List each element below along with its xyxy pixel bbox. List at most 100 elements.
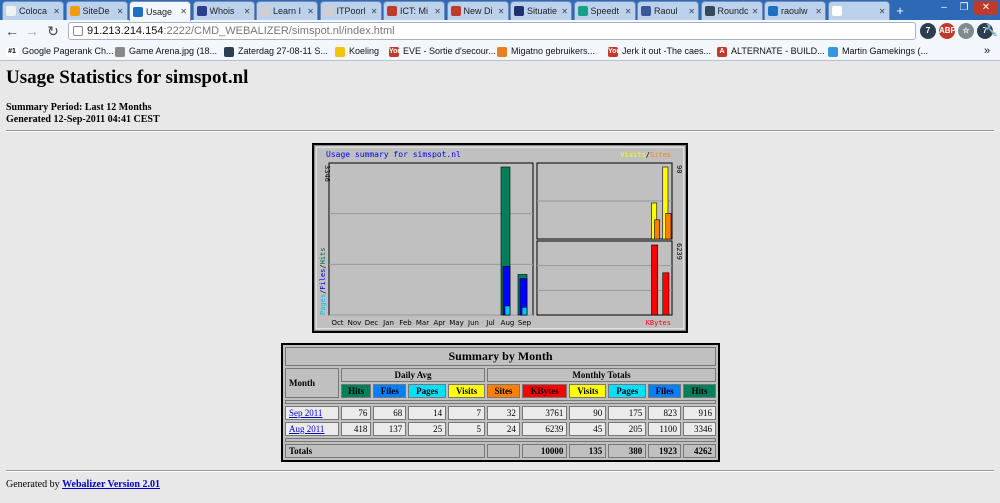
tab-close-icon[interactable]: ✕ [371, 7, 378, 16]
bookmark-item[interactable]: Game Arena.jpg (18... [115, 45, 217, 58]
table-cell: 137 [373, 422, 407, 436]
daily-avg-header: Daily Avg [341, 368, 486, 382]
extension-button[interactable]: ☆ [958, 23, 974, 39]
tab-close-icon[interactable]: ✕ [53, 7, 60, 16]
column-header: Visits [448, 384, 486, 398]
browser-tab[interactable]: Roundc ✕ [700, 1, 763, 20]
month-tick-label: Jun [467, 319, 479, 327]
month-link[interactable]: Sep 2011 [285, 406, 339, 420]
browser-tab[interactable]: Coloca ✕ [2, 1, 64, 20]
wrench-menu-icon[interactable]: 🔧 [983, 23, 999, 39]
tab-close-icon[interactable]: ✕ [244, 7, 251, 16]
tab-label: Raoul [654, 6, 678, 16]
table-cell: 916 [683, 406, 716, 420]
column-header: KBytes [521, 384, 568, 398]
bookmark-item[interactable]: You Jerk it out -The caes... [608, 45, 711, 58]
more-bookmarks-button[interactable]: » [984, 45, 990, 58]
month-tick-label: Oct [331, 319, 343, 327]
tab-close-icon[interactable]: ✕ [498, 7, 505, 16]
forward-arrow-icon[interactable]: → [24, 23, 40, 39]
reload-icon[interactable]: ↻ [45, 23, 61, 39]
ylabel-part: Pages [319, 294, 327, 315]
bookmark-label: Koeling [349, 46, 380, 56]
tab-close-icon[interactable]: ✕ [815, 7, 822, 16]
bar-kbytes [651, 244, 659, 316]
browser-tab[interactable]: raoulw ✕ [764, 1, 826, 20]
totals-cell: 135 [569, 444, 607, 458]
tab-favicon-icon [323, 6, 334, 16]
month-tick-label: Sep [518, 319, 532, 327]
extension-button[interactable]: 7 [920, 23, 936, 39]
tab-close-icon[interactable]: ✕ [307, 7, 314, 16]
table-cell: 6239 [521, 422, 568, 436]
bar-sites [654, 219, 661, 240]
table-cell: 418 [341, 422, 372, 436]
tab-favicon-icon [768, 6, 778, 16]
bookmark-label: Migatno gebruikers... [511, 46, 596, 56]
browser-tab[interactable]: Learn I ✕ [256, 1, 318, 20]
totals-cell: 1923 [648, 444, 682, 458]
browser-tab[interactable]: Raoul ✕ [637, 1, 699, 20]
month-tick-label: May [449, 319, 463, 327]
maximize-button[interactable]: ❐ [954, 1, 974, 15]
address-bar[interactable]: 91.213.214.154:2222/CMD_WEBALIZER/simspo… [68, 22, 916, 40]
bookmark-favicon-icon: A [717, 46, 727, 57]
tab-close-icon[interactable]: ✕ [117, 7, 124, 16]
month-tick-label: Jul [485, 319, 495, 327]
browser-tab[interactable]: ITPoorl ✕ [319, 1, 382, 20]
tab-close-icon[interactable]: ✕ [879, 7, 886, 16]
totals-cell: 380 [608, 444, 647, 458]
tab-label: SiteDe [82, 6, 110, 16]
table-cell: 25 [408, 422, 447, 436]
tab-label: New Di [463, 6, 493, 16]
column-header: Pages [608, 384, 647, 398]
browser-tab[interactable]: Whois ✕ [192, 1, 255, 20]
ylabel-part: Files [319, 269, 327, 290]
browser-tab[interactable]: Usage ✕ [129, 1, 191, 21]
new-tab-button[interactable]: + [891, 4, 909, 18]
bookmark-label: ALTERNATE - BUILD... [731, 46, 825, 56]
bookmark-item[interactable]: Migatno gebruikers... [497, 45, 595, 58]
tab-close-icon[interactable]: ✕ [434, 7, 441, 16]
kbytes-legend: KBytes [646, 319, 671, 327]
extension-button[interactable]: ABP [939, 23, 956, 39]
bookmark-item[interactable]: Martin Gamekings (... [828, 45, 928, 58]
table-cell: 5 [448, 422, 486, 436]
minimize-button[interactable]: ‒ [934, 1, 954, 15]
bookmark-item[interactable]: Koeling [335, 45, 379, 58]
tab-close-icon[interactable]: ✕ [180, 7, 187, 16]
tab-close-icon[interactable]: ✕ [561, 7, 568, 16]
table-cell: 32 [487, 406, 520, 420]
column-header: Hits [341, 384, 372, 398]
tab-favicon-icon [69, 6, 80, 16]
month-tick-label: Mar [416, 319, 429, 327]
close-window-button[interactable]: ✕ [974, 1, 998, 15]
table-cell: 76 [341, 406, 372, 420]
table-row: Sep 2011 76 68 14 7 32 3761 90 175 823 916 [285, 406, 716, 420]
tab-close-icon[interactable]: ✕ [752, 7, 759, 16]
bookmark-item[interactable]: You EVE - Sortie d'secour... [389, 45, 496, 58]
bookmark-item[interactable]: #1 Google Pagerank Ch... [6, 45, 114, 58]
tab-close-icon[interactable]: ✕ [625, 7, 632, 16]
tab-favicon-icon [577, 6, 588, 16]
month-tick-label: Apr [433, 319, 445, 327]
back-arrow-icon[interactable]: ← [4, 23, 20, 39]
tab-close-icon[interactable]: ✕ [688, 7, 695, 16]
divider [6, 130, 994, 132]
browser-tab[interactable]: ICT: Mi ✕ [383, 1, 445, 20]
bookmark-item[interactable]: A ALTERNATE - BUILD... [717, 45, 825, 58]
tab-label: Roundc [717, 6, 749, 16]
browser-toolbar: ← → ↻ 91.213.214.154:2222/CMD_WEBALIZER/… [0, 20, 1000, 42]
browser-tab[interactable]: SiteDe ✕ [65, 1, 128, 20]
browser-tab[interactable]: Situatie ✕ [510, 1, 572, 20]
table-cell: 1100 [648, 422, 682, 436]
bar-pages [504, 305, 511, 316]
month-link[interactable]: Aug 2011 [285, 422, 339, 436]
browser-tab[interactable]: New Di ✕ [446, 1, 509, 20]
bookmark-item[interactable]: Zaterdag 27-08-11 S... [224, 45, 328, 58]
webalizer-link[interactable]: Webalizer Version 2.01 [62, 479, 160, 490]
bar-sites [665, 213, 672, 240]
browser-tab[interactable]: ✕ [827, 1, 890, 20]
browser-tab[interactable]: Speedt ✕ [573, 1, 636, 20]
tab-favicon-icon [704, 6, 715, 16]
